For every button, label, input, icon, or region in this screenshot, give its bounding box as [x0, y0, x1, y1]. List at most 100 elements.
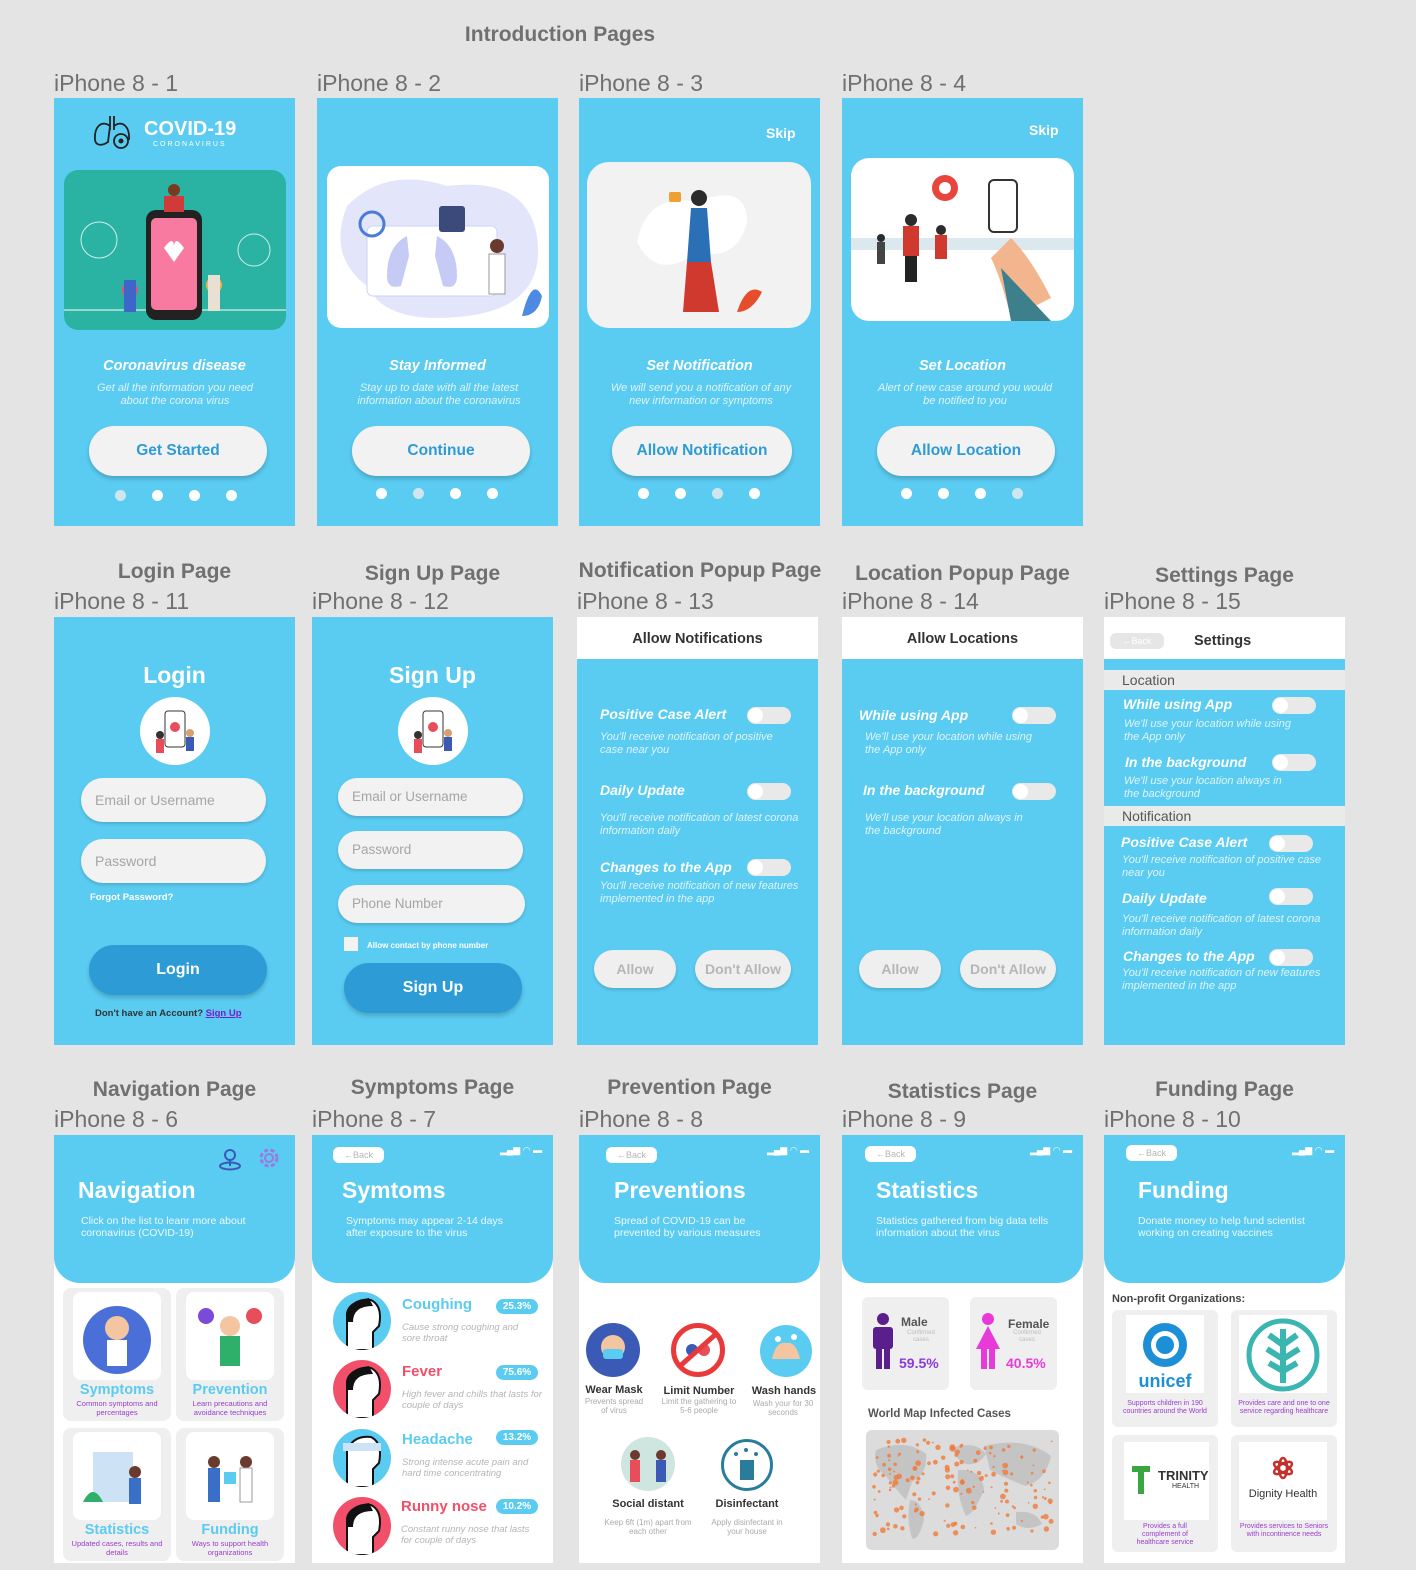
frame-name: iPhone 8 - 3 [579, 70, 704, 96]
org-card-trinity[interactable]: TRINITY HEALTH Provides a full complemen… [1112, 1435, 1218, 1552]
gear-icon[interactable] [257, 1146, 281, 1170]
positive-case-toggle[interactable] [1269, 835, 1313, 852]
toggle-label: Changes to the App [1123, 948, 1255, 964]
case-dot [899, 1505, 904, 1511]
case-dot [926, 1440, 931, 1445]
case-dot [931, 1491, 936, 1496]
back-button[interactable]: ←Back [1126, 1145, 1177, 1161]
case-dot [943, 1519, 946, 1522]
daily-update-toggle[interactable] [1269, 888, 1313, 905]
background-toggle[interactable] [1012, 783, 1056, 800]
case-dot [1011, 1505, 1015, 1508]
status-bar-icons: ▂▄▆ ◠ ▬ [500, 1145, 543, 1155]
changes-app-toggle[interactable] [1269, 949, 1313, 966]
frame-name: iPhone 8 - 14 [842, 588, 979, 614]
dont-allow-button[interactable]: Don't Allow [960, 950, 1056, 988]
case-dot [1005, 1513, 1010, 1517]
nav-card-symptoms[interactable]: Symptoms Common symptoms and percentages [63, 1288, 171, 1421]
back-button[interactable]: ←Back [865, 1146, 916, 1162]
phone-field[interactable]: Phone Number [338, 885, 525, 923]
daily-update-toggle[interactable] [747, 783, 791, 800]
case-dot [891, 1484, 896, 1488]
skip-button[interactable]: Skip [1029, 122, 1059, 138]
prevention-name: Limit Number [663, 1385, 735, 1397]
frame-name: iPhone 8 - 1 [54, 70, 179, 96]
intro-heading: Set Notification [646, 358, 753, 374]
intro-description: Get all the information you need about t… [97, 382, 253, 407]
allow-location-button[interactable]: Allow Location [877, 426, 1055, 476]
case-dot [933, 1531, 939, 1537]
allow-contact-checkbox[interactable] [344, 937, 358, 951]
case-dot [1032, 1503, 1038, 1509]
world-map[interactable] [866, 1430, 1059, 1550]
password-field[interactable]: Password [81, 839, 266, 883]
case-dot [976, 1470, 982, 1476]
login-button[interactable]: Login [89, 945, 267, 995]
password-field[interactable]: Password [338, 831, 523, 869]
section-title: Prevention Page [607, 1076, 772, 1099]
positive-case-toggle[interactable] [747, 707, 791, 724]
case-dot [887, 1467, 892, 1472]
avatar [140, 697, 210, 765]
card-title: Statistics [84, 1522, 150, 1538]
allow-button[interactable]: Allow [594, 950, 676, 988]
runny-nose-icon [333, 1497, 391, 1555]
org-description: Provides care and one to one service reg… [1238, 1400, 1330, 1415]
case-dot [944, 1467, 950, 1473]
get-started-button[interactable]: Get Started [89, 426, 267, 476]
toggle-description: We'll use your location while using the … [1124, 718, 1291, 743]
signup-button[interactable]: Sign Up [344, 963, 522, 1013]
toggle-description: You'll receive notification of positive … [1122, 854, 1321, 879]
case-dot [1043, 1526, 1050, 1532]
pagination-dots [901, 488, 1023, 499]
no-account-text: Don't have an Account? Sign Up [95, 1008, 242, 1019]
case-dot [950, 1474, 955, 1479]
case-dot [954, 1453, 959, 1457]
nav-card-statistics[interactable]: Statistics Updated cases, results and de… [63, 1428, 171, 1561]
org-card-unicef[interactable]: unicef Supports children in 190 countrie… [1112, 1310, 1218, 1427]
org-card-dignity[interactable]: Dignity Health Provides services to Seni… [1231, 1435, 1337, 1552]
dont-allow-button[interactable]: Don't Allow [695, 950, 791, 988]
back-button[interactable]: ←Back [1110, 633, 1164, 649]
case-dot [992, 1465, 995, 1469]
page-description: Click on the list to leanr more about co… [81, 1215, 246, 1239]
org-card-healthcare[interactable]: Provides care and one to one service reg… [1231, 1310, 1337, 1427]
case-dot [887, 1445, 890, 1448]
continue-button[interactable]: Continue [352, 426, 530, 476]
case-dot [1032, 1448, 1036, 1452]
nav-card-prevention[interactable]: Prevention Learn precautions and avoidan… [176, 1288, 284, 1421]
case-dot [873, 1472, 878, 1477]
nav-card-funding[interactable]: Funding Ways to support health organizat… [176, 1428, 284, 1561]
while-using-toggle[interactable] [1272, 697, 1316, 714]
email-field[interactable]: Email or Username [338, 778, 523, 816]
forgot-password-link[interactable]: Forgot Password? [90, 892, 173, 903]
case-dot [912, 1492, 917, 1497]
female-label: Female [1008, 1317, 1050, 1331]
case-dot [889, 1486, 892, 1489]
email-field[interactable]: Email or Username [81, 778, 266, 822]
location-person-icon[interactable] [218, 1147, 242, 1171]
status-bar-icons: ▂▄▆ ◠ ▬ [767, 1145, 810, 1155]
allow-button[interactable]: Allow [859, 950, 941, 988]
changes-app-toggle[interactable] [747, 859, 791, 876]
dignity-health-logo: Dignity Health [1239, 1442, 1327, 1520]
trinity-sub: HEALTH [1172, 1483, 1200, 1490]
case-dot [974, 1526, 977, 1529]
signup-link[interactable]: Sign Up [206, 1008, 242, 1019]
back-button[interactable]: ←Back [333, 1147, 384, 1163]
symptom-description: High fever and chills that lasts for cou… [402, 1389, 542, 1411]
allow-notification-button[interactable]: Allow Notification [612, 426, 792, 476]
card-description: Common symptoms and percentages [76, 1399, 158, 1417]
background-toggle[interactable] [1272, 754, 1316, 771]
skip-button[interactable]: Skip [766, 125, 796, 141]
frame-name: iPhone 8 - 8 [579, 1106, 704, 1132]
prevention-name: Disinfectant [715, 1498, 779, 1510]
back-button[interactable]: ←Back [606, 1147, 657, 1163]
landmass [1016, 1511, 1042, 1528]
toggle-description: You'll receive notification of latest co… [1122, 913, 1321, 938]
case-dot [982, 1491, 985, 1493]
case-dot [949, 1444, 956, 1451]
while-using-toggle[interactable] [1012, 707, 1056, 724]
pagination-dots [638, 488, 760, 499]
frame-name: iPhone 8 - 10 [1104, 1106, 1241, 1132]
